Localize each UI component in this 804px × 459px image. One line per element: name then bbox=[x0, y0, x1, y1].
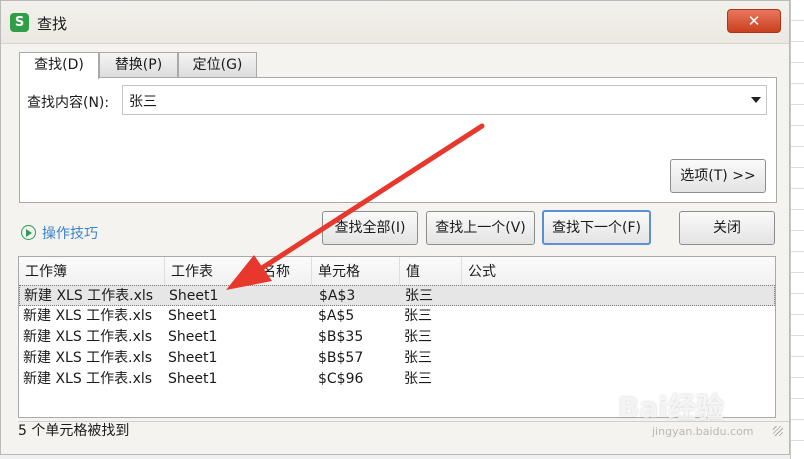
results-header: 工作簿 工作表 名称 单元格 值 公式 bbox=[19, 257, 775, 288]
column-header-sheet[interactable]: 工作表 bbox=[165, 257, 256, 287]
cell-address: $A$5 bbox=[318, 308, 355, 324]
cell-value: 张三 bbox=[404, 308, 432, 324]
find-content-label: 查找内容(N): bbox=[27, 95, 110, 111]
operation-tips-label: 操作技巧 bbox=[42, 226, 98, 242]
tab-goto[interactable]: 定位(G) bbox=[178, 52, 257, 78]
resize-grip-icon[interactable] bbox=[773, 426, 783, 436]
tab-replace[interactable]: 替换(P) bbox=[99, 52, 178, 78]
dialog-title: 查找 bbox=[37, 15, 68, 33]
baidu-watermark-url: jingyan.baidu.com bbox=[652, 425, 754, 438]
cell-sheet: Sheet1 bbox=[168, 308, 218, 324]
cell-sheet: Sheet1 bbox=[168, 350, 218, 366]
window-close-button[interactable]: ✕ bbox=[727, 9, 781, 33]
result-row[interactable]: 新建 XLS 工作表.xls Sheet1 $A$5 张三 bbox=[19, 306, 775, 327]
result-row[interactable]: 新建 XLS 工作表.xls Sheet1 $B$57 张三 bbox=[19, 348, 775, 369]
cell-sheet: Sheet1 bbox=[168, 371, 218, 387]
cell-address: $C$96 bbox=[318, 371, 364, 387]
column-header-value[interactable]: 值 bbox=[400, 257, 462, 287]
cell-sheet: Sheet1 bbox=[168, 329, 218, 345]
cell-address: $B$35 bbox=[318, 329, 364, 345]
dropdown-arrow-icon[interactable] bbox=[751, 97, 761, 103]
find-panel: 查找内容(N): 张三 选项(T) >> bbox=[19, 77, 777, 203]
result-row[interactable]: 新建 XLS 工作表.xls Sheet1 $B$35 张三 bbox=[19, 327, 775, 348]
result-row[interactable]: 新建 XLS 工作表.xls Sheet1 $A$3 张三 bbox=[19, 285, 775, 306]
cell-workbook: 新建 XLS 工作表.xls bbox=[23, 308, 153, 324]
play-circle-icon bbox=[21, 225, 36, 240]
find-content-value[interactable]: 张三 bbox=[129, 91, 157, 111]
find-next-button[interactable]: 查找下一个(F) bbox=[542, 210, 651, 245]
baidu-watermark-logo: Bai经验 bbox=[618, 391, 724, 424]
find-all-button[interactable]: 查找全部(I) bbox=[322, 211, 418, 245]
operation-tips-link[interactable]: 操作技巧 bbox=[21, 223, 98, 243]
background-sheet-edge bbox=[790, 0, 804, 459]
options-button[interactable]: 选项(T) >> bbox=[670, 159, 766, 193]
cell-sheet: Sheet1 bbox=[169, 288, 219, 304]
cell-workbook: 新建 XLS 工作表.xls bbox=[24, 288, 154, 304]
cell-workbook: 新建 XLS 工作表.xls bbox=[23, 371, 153, 387]
cell-workbook: 新建 XLS 工作表.xls bbox=[23, 329, 153, 345]
cell-value: 张三 bbox=[404, 329, 432, 345]
find-previous-button[interactable]: 查找上一个(V) bbox=[426, 211, 535, 245]
cell-workbook: 新建 XLS 工作表.xls bbox=[23, 350, 153, 366]
cell-address: $A$3 bbox=[319, 288, 356, 304]
status-text: 5 个单元格被找到 bbox=[18, 423, 130, 439]
find-content-combobox[interactable]: 张三 bbox=[122, 85, 767, 115]
column-header-formula[interactable]: 公式 bbox=[462, 257, 775, 287]
column-header-workbook[interactable]: 工作簿 bbox=[19, 257, 165, 287]
cell-value: 张三 bbox=[404, 371, 432, 387]
cell-value: 张三 bbox=[405, 288, 433, 304]
column-header-name[interactable]: 名称 bbox=[256, 257, 312, 287]
title-bar[interactable]: S 查找 ✕ bbox=[1, 1, 789, 44]
cell-value: 张三 bbox=[404, 350, 432, 366]
close-button[interactable]: 关闭 bbox=[679, 211, 775, 245]
column-header-cell[interactable]: 单元格 bbox=[312, 257, 400, 287]
wps-app-icon: S bbox=[10, 13, 29, 32]
cell-address: $B$57 bbox=[318, 350, 364, 366]
tab-find[interactable]: 查找(D) bbox=[19, 52, 99, 79]
